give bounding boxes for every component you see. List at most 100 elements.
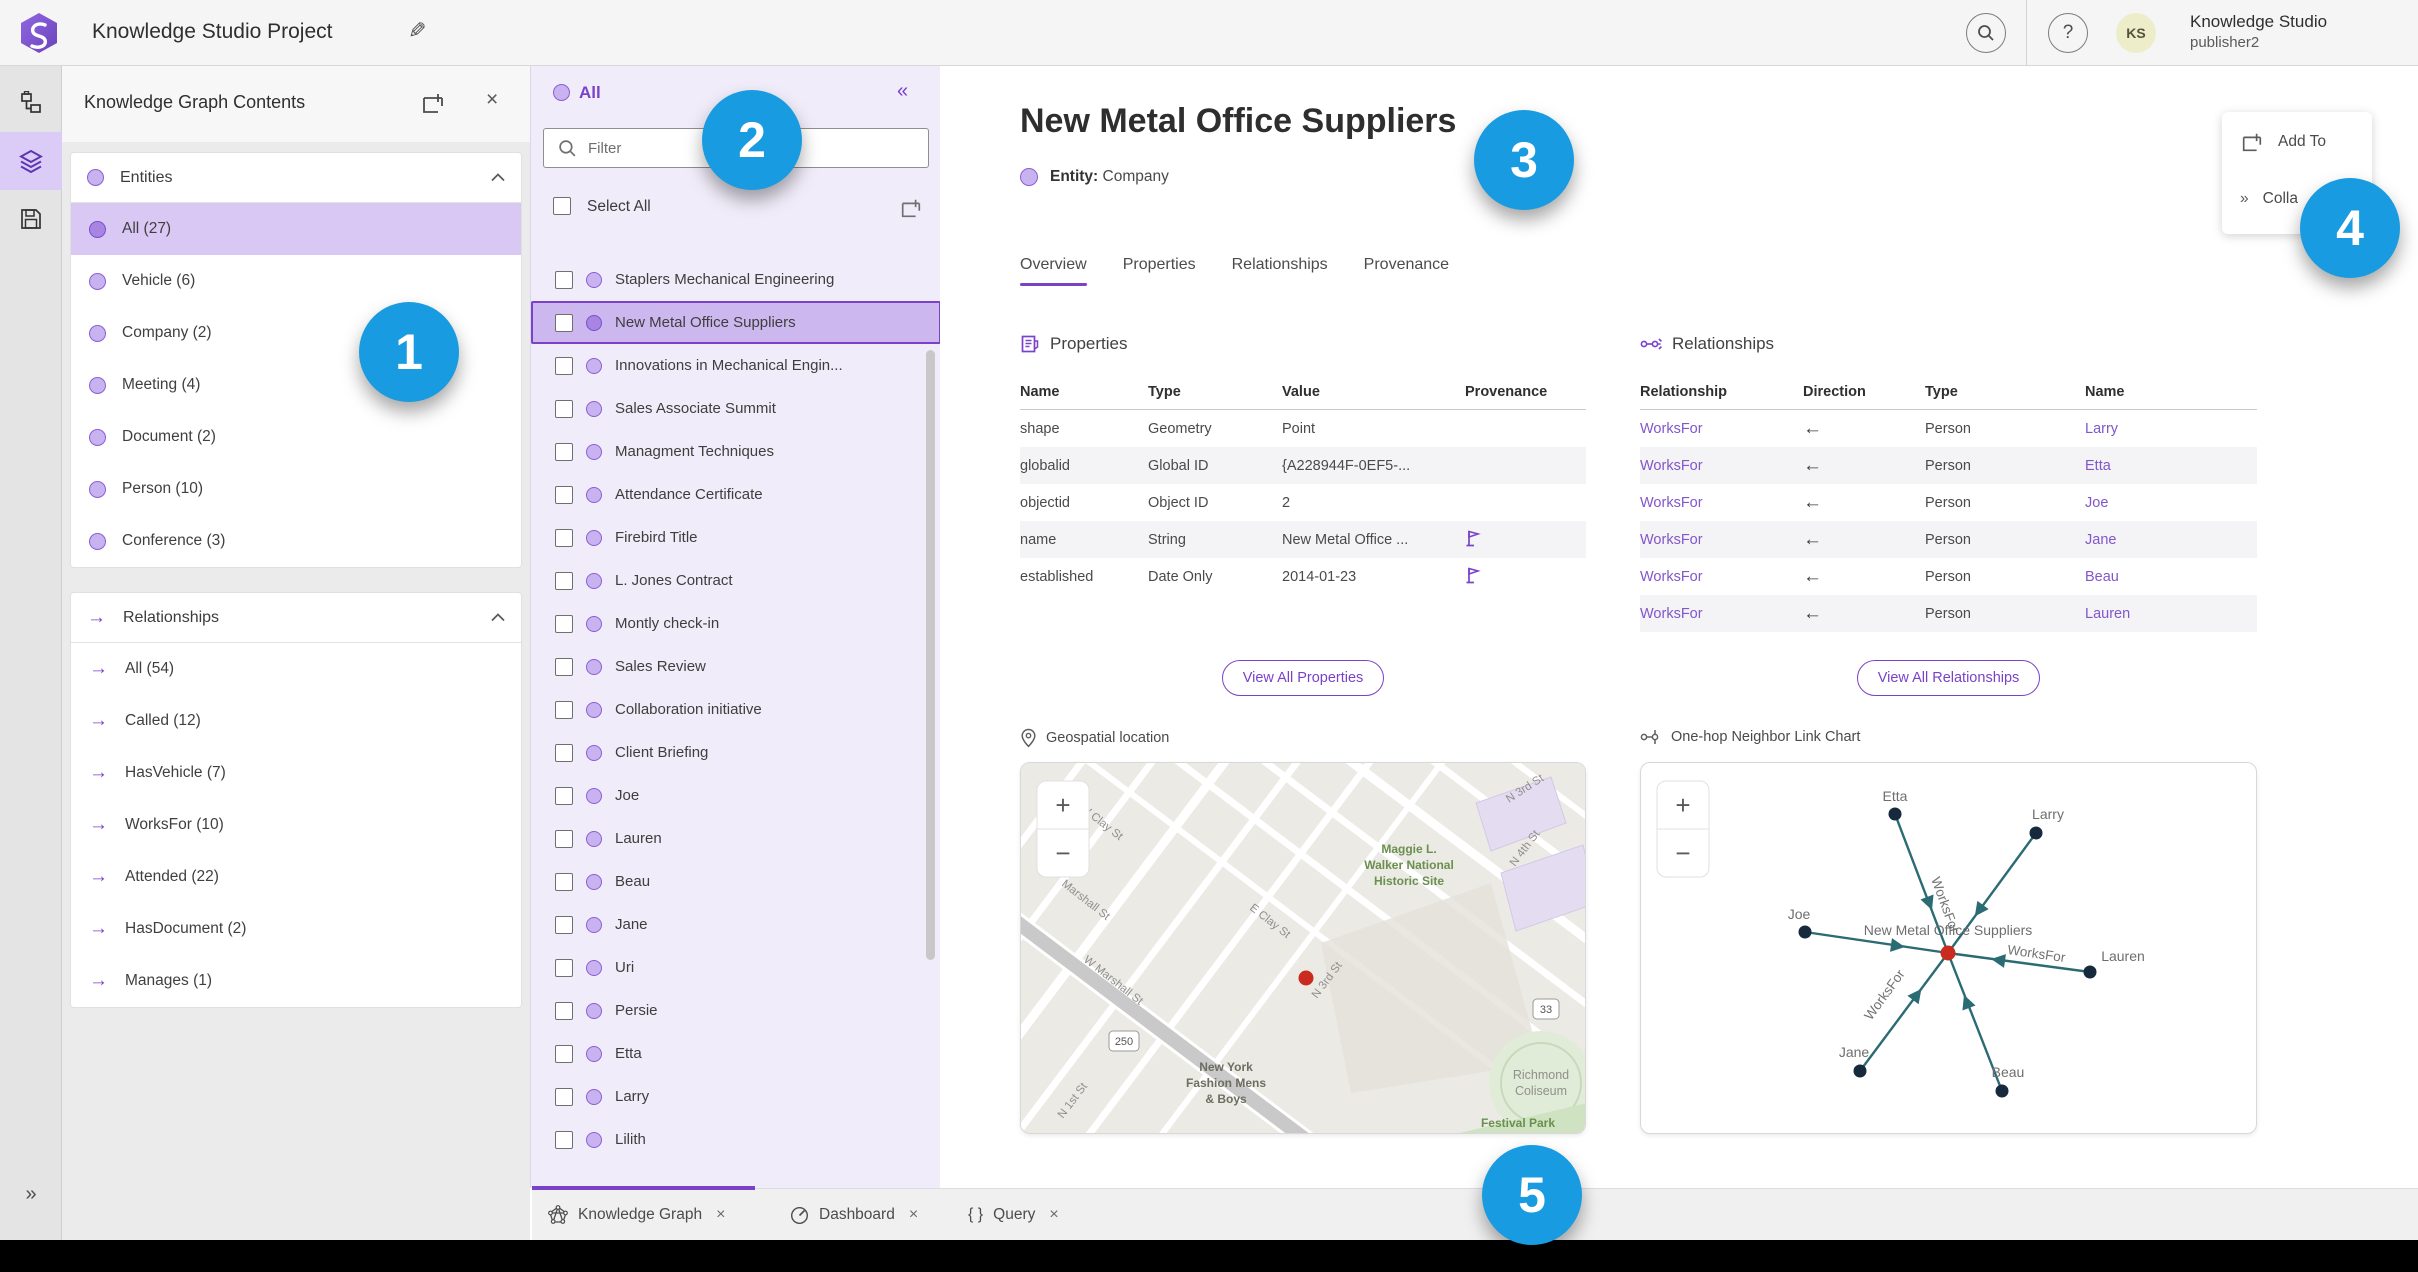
item-checkbox[interactable]	[555, 485, 573, 504]
node-joe[interactable]	[1798, 925, 1812, 939]
add-to-button[interactable]: Add To	[2240, 130, 2326, 154]
list-item[interactable]: Uri	[531, 946, 941, 989]
relationship-name-link[interactable]: Lauren	[2085, 606, 2257, 622]
edit-title-icon[interactable]: ✎	[408, 18, 426, 44]
list-item[interactable]: L. Jones Contract	[531, 559, 941, 602]
relationships-header[interactable]: → Relationships	[71, 593, 521, 643]
item-checkbox[interactable]	[555, 1044, 573, 1063]
entity-type-item[interactable]: Person (10)	[71, 463, 521, 515]
item-checkbox[interactable]	[555, 786, 573, 805]
list-item[interactable]: Client Briefing	[531, 731, 941, 774]
relationship-link[interactable]: WorksFor	[1640, 606, 1803, 622]
help-button[interactable]: ?	[2048, 13, 2088, 53]
close-panel-button[interactable]: ×	[486, 88, 498, 112]
item-checkbox[interactable]	[555, 399, 573, 418]
list-item[interactable]: Sales Review	[531, 645, 941, 688]
list-item[interactable]: Larry	[531, 1075, 941, 1118]
list-item[interactable]: Etta	[531, 1032, 941, 1075]
item-checkbox[interactable]	[555, 313, 573, 332]
relationship-name-link[interactable]: Joe	[2085, 495, 2257, 511]
list-item[interactable]: Attendance Certificate	[531, 473, 941, 516]
item-checkbox[interactable]	[555, 743, 573, 762]
entity-type-item[interactable]: Document (2)	[71, 411, 521, 463]
node-etta[interactable]	[1888, 807, 1902, 821]
linkchart-zoom-control[interactable]: + −	[1656, 780, 1710, 878]
relationship-link[interactable]: WorksFor	[1640, 495, 1803, 511]
entities-header[interactable]: Entities	[71, 153, 521, 203]
item-checkbox[interactable]	[555, 915, 573, 934]
node-center[interactable]	[1940, 945, 1956, 961]
select-all-checkbox[interactable]	[553, 197, 571, 215]
list-item[interactable]: Jane	[531, 903, 941, 946]
chevron-up-icon[interactable]	[491, 173, 505, 182]
detail-tab[interactable]: Provenance	[1364, 256, 1449, 286]
relationship-name-link[interactable]: Larry	[2085, 421, 2257, 437]
list-item[interactable]: Persie	[531, 989, 941, 1032]
chevron-up-icon[interactable]	[491, 613, 505, 622]
entity-type-item[interactable]: All (27)	[71, 203, 521, 255]
relationship-type-item[interactable]: → HasVehicle (7)	[71, 747, 521, 799]
node-larry[interactable]	[2029, 826, 2043, 840]
list-item[interactable]: Managment Techniques	[531, 430, 941, 473]
item-checkbox[interactable]	[555, 614, 573, 633]
rail-layers-button[interactable]	[0, 132, 62, 190]
node-lauren[interactable]	[2083, 965, 2097, 979]
relationship-link[interactable]: WorksFor	[1640, 421, 1803, 437]
zoom-in-button[interactable]: +	[1055, 790, 1070, 820]
list-item[interactable]: Innovations in Mechanical Engin...	[531, 344, 941, 387]
map-card[interactable]: W Clay St Marshall St W Marshall St E Cl…	[1020, 762, 1586, 1134]
add-layer-button[interactable]	[420, 90, 446, 121]
relationship-name-link[interactable]: Beau	[2085, 569, 2257, 585]
item-checkbox[interactable]	[555, 270, 573, 289]
avatar[interactable]: KS	[2116, 13, 2156, 53]
item-checkbox[interactable]	[555, 829, 573, 848]
rail-hierarchy-button[interactable]	[0, 74, 62, 132]
detail-tab[interactable]: Properties	[1123, 256, 1196, 286]
item-checkbox[interactable]	[555, 356, 573, 375]
view-all-properties-button[interactable]: View All Properties	[1221, 660, 1385, 696]
zoom-in-button[interactable]: +	[1675, 790, 1690, 820]
entity-type-item[interactable]: Conference (3)	[71, 515, 521, 567]
relationship-type-item[interactable]: → All (54)	[71, 643, 521, 695]
map-zoom-control[interactable]: + −	[1036, 780, 1090, 878]
node-jane[interactable]	[1853, 1064, 1867, 1078]
relationship-link[interactable]: WorksFor	[1640, 569, 1803, 585]
close-tab-icon[interactable]: ×	[909, 1206, 918, 1224]
relationship-type-item[interactable]: → Attended (22)	[71, 851, 521, 903]
list-scrollbar[interactable]	[926, 350, 935, 960]
map-marker[interactable]	[1298, 970, 1314, 986]
item-checkbox[interactable]	[555, 528, 573, 547]
provenance-flag-icon[interactable]	[1465, 566, 1586, 588]
relationship-type-item[interactable]: → Called (12)	[71, 695, 521, 747]
relationship-link[interactable]: WorksFor	[1640, 458, 1803, 474]
relationship-type-item[interactable]: → WorksFor (10)	[71, 799, 521, 851]
link-chart-canvas[interactable]: WorksFor WorksFor WorksFor Etta Larry Jo…	[1641, 763, 2257, 1134]
list-item[interactable]: New Metal Office Suppliers	[531, 301, 941, 344]
close-tab-icon[interactable]: ×	[1049, 1206, 1058, 1224]
entity-type-item[interactable]: Vehicle (6)	[71, 255, 521, 307]
item-checkbox[interactable]	[555, 1087, 573, 1106]
detail-tab[interactable]: Overview	[1020, 256, 1087, 286]
item-checkbox[interactable]	[555, 1130, 573, 1149]
tab-knowledge-graph[interactable]: Knowledge Graph ×	[548, 1189, 725, 1241]
add-entity-button[interactable]	[899, 196, 923, 225]
list-item[interactable]: Staplers Mechanical Engineering	[531, 258, 941, 301]
item-checkbox[interactable]	[555, 958, 573, 977]
relationship-name-link[interactable]: Jane	[2085, 532, 2257, 548]
zoom-out-button[interactable]: −	[1055, 838, 1070, 868]
rail-save-button[interactable]	[0, 190, 62, 248]
link-chart-card[interactable]: WorksFor WorksFor WorksFor Etta Larry Jo…	[1640, 762, 2257, 1134]
rail-expand-button[interactable]: »	[0, 1174, 62, 1214]
list-item[interactable]: Lauren	[531, 817, 941, 860]
zoom-out-button[interactable]: −	[1675, 838, 1690, 868]
node-beau[interactable]	[1995, 1084, 2009, 1098]
relationship-name-link[interactable]: Etta	[2085, 458, 2257, 474]
list-item[interactable]: Montly check-in	[531, 602, 941, 645]
list-item[interactable]: Firebird Title	[531, 516, 941, 559]
relationship-type-item[interactable]: → Manages (1)	[71, 955, 521, 1007]
list-item[interactable]: Joe	[531, 774, 941, 817]
item-checkbox[interactable]	[555, 872, 573, 891]
list-item[interactable]: Beau	[531, 860, 941, 903]
item-checkbox[interactable]	[555, 700, 573, 719]
item-checkbox[interactable]	[555, 571, 573, 590]
